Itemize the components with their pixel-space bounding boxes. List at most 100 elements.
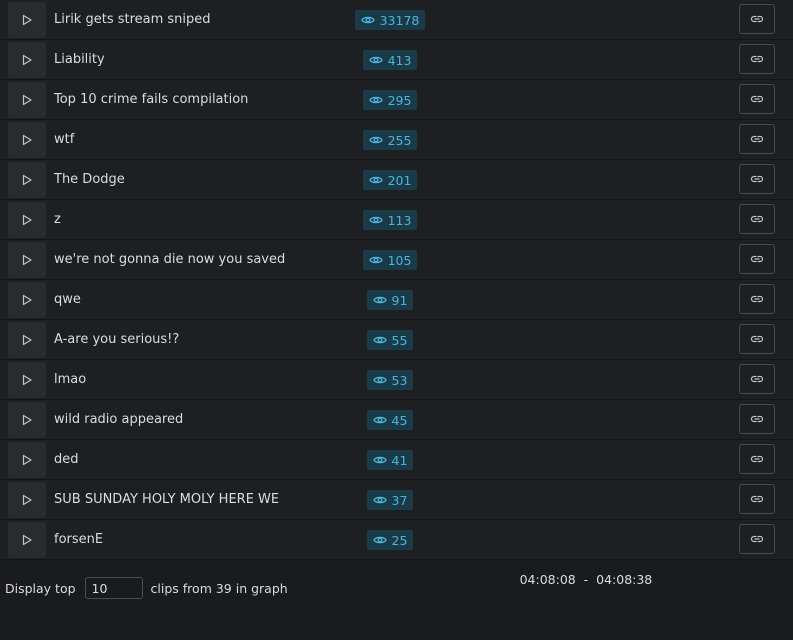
link-icon: [750, 15, 764, 23]
copy-link-button[interactable]: [739, 484, 775, 514]
play-button[interactable]: [8, 482, 46, 518]
clip-title: we're not gonna die now you saved: [54, 252, 286, 267]
views-cell: 91: [310, 280, 470, 320]
views-count: 41: [391, 452, 408, 468]
clip-time-range: 04:50:02 - 04:51:02: [480, 400, 668, 467]
play-button[interactable]: [8, 202, 46, 238]
link-icon: [750, 455, 764, 463]
views-cell: 201: [310, 160, 470, 200]
clip-time-range: 04:28:35 - 04:28:56: [480, 360, 668, 427]
play-icon: [22, 374, 32, 386]
play-button[interactable]: [8, 242, 46, 278]
play-button[interactable]: [8, 282, 46, 318]
views-badge: 201: [362, 170, 418, 190]
views-cell: 53: [310, 360, 470, 400]
link-icon: [750, 495, 764, 503]
play-button[interactable]: [8, 162, 46, 198]
views-badge: 33178: [354, 10, 426, 30]
views-badge: 25: [366, 530, 414, 550]
clip-title: lmao: [54, 372, 87, 387]
views-badge: 37: [366, 490, 414, 510]
views-badge: 413: [362, 50, 418, 70]
views-cell: 113: [310, 200, 470, 240]
play-icon: [22, 174, 32, 186]
play-button[interactable]: [8, 522, 46, 558]
clip-row: SUB SUNDAY HOLY MOLY HERE WE 37 01:02:08…: [0, 480, 793, 547]
views-badge: 105: [362, 250, 418, 270]
copy-link-button[interactable]: [739, 324, 775, 354]
views-badge: 91: [366, 290, 414, 310]
eye-icon: [368, 56, 383, 64]
clip-title: The Dodge: [54, 172, 125, 187]
play-icon: [22, 534, 32, 546]
copy-link-button[interactable]: [739, 84, 775, 114]
copy-link-button[interactable]: [739, 404, 775, 434]
clip-time-range: 02:22:39 - 02:22:44: [480, 160, 668, 227]
views-count: 201: [387, 172, 412, 188]
clip-title: Liability: [54, 52, 105, 67]
copy-link-button[interactable]: [739, 444, 775, 474]
play-button[interactable]: [8, 362, 46, 398]
eye-icon: [368, 176, 383, 184]
play-icon: [22, 454, 32, 466]
play-button[interactable]: [8, 82, 46, 118]
clip-row: Liability 413 04:47:32 - 04:47:44: [0, 40, 793, 107]
eye-icon: [372, 336, 387, 344]
views-badge: 295: [362, 90, 418, 110]
copy-link-button[interactable]: [739, 124, 775, 154]
views-cell: 55: [310, 320, 470, 360]
clip-title: ded: [54, 452, 79, 467]
play-icon: [22, 14, 32, 26]
clip-time-range: 02:16:33 - 02:16:49: [480, 440, 668, 507]
views-count: 55: [391, 332, 408, 348]
clip-title: Lirik gets stream sniped: [54, 12, 211, 27]
display-top-label: Display top: [5, 580, 76, 596]
play-button[interactable]: [8, 322, 46, 358]
eye-icon: [372, 296, 387, 304]
views-count: 91: [391, 292, 408, 308]
views-count: 25: [391, 532, 408, 548]
clip-row: wtf 255 04:03:57 - 04:04:24: [0, 120, 793, 187]
eye-icon: [372, 376, 387, 384]
copy-link-button[interactable]: [739, 244, 775, 274]
copy-link-button[interactable]: [739, 204, 775, 234]
eye-icon: [372, 496, 387, 504]
views-count: 255: [387, 132, 412, 148]
eye-icon: [368, 256, 383, 264]
eye-icon: [372, 536, 387, 544]
views-count: 33178: [379, 12, 420, 28]
views-count: 53: [391, 372, 408, 388]
views-cell: 295: [310, 80, 470, 120]
play-icon: [22, 134, 32, 146]
link-icon: [750, 415, 764, 423]
link-icon: [750, 255, 764, 263]
copy-link-button[interactable]: [739, 44, 775, 74]
play-icon: [22, 94, 32, 106]
clip-title: SUB SUNDAY HOLY MOLY HERE WE: [54, 492, 280, 507]
clip-row: we're not gonna die now you saved 105 05…: [0, 240, 793, 307]
copy-link-button[interactable]: [739, 524, 775, 554]
clip-time-range: 03:31:25 - 03:32:03: [480, 320, 668, 387]
display-top-controls: Display top clips from 39 in graph: [0, 572, 793, 604]
views-cell: 37: [310, 480, 470, 520]
copy-link-button[interactable]: [739, 164, 775, 194]
clip-title: forsenE: [54, 532, 104, 547]
play-icon: [22, 494, 32, 506]
play-icon: [22, 254, 32, 266]
clip-time-range: 01:02:08 - 01:02:38: [480, 480, 668, 547]
views-cell: 33178: [310, 0, 470, 40]
display-top-input[interactable]: [84, 577, 143, 599]
copy-link-button[interactable]: [739, 4, 775, 34]
link-icon: [750, 95, 764, 103]
copy-link-button[interactable]: [739, 284, 775, 314]
link-icon: [750, 135, 764, 143]
clip-row: wild radio appeared 45 04:50:02 - 04:51:…: [0, 400, 793, 467]
play-button[interactable]: [8, 42, 46, 78]
play-button[interactable]: [8, 122, 46, 158]
play-button[interactable]: [8, 442, 46, 478]
views-count: 413: [387, 52, 412, 68]
copy-link-button[interactable]: [739, 364, 775, 394]
play-button[interactable]: [8, 2, 46, 38]
play-button[interactable]: [8, 402, 46, 438]
views-cell: 255: [310, 120, 470, 160]
